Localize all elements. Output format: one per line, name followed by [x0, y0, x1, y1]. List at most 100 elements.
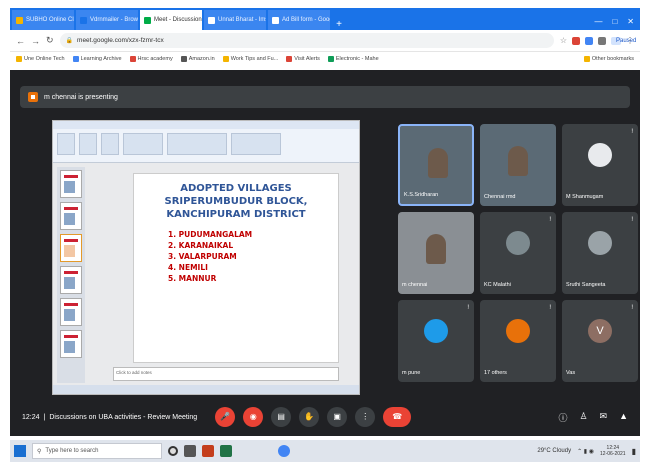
meeting-control-bar: 12:24 | Discussions on UBA activities - …: [10, 400, 640, 434]
participant-tile[interactable]: K.S.Sridharan: [398, 124, 474, 206]
meeting-time: 12:24: [22, 413, 40, 421]
end-call-button[interactable]: ☎: [383, 407, 412, 427]
clock[interactable]: 12:24 12-06-2021: [600, 445, 626, 457]
browser-tab[interactable]: Meet - Discussion×: [140, 10, 202, 30]
menu-icon[interactable]: ⋮: [626, 36, 634, 45]
slide-title: ADOPTED VILLAGES SRIPERUMBUDUR BLOCK, KA…: [134, 174, 338, 221]
cortana-icon[interactable]: [168, 446, 178, 456]
browser-tab[interactable]: Unnat Bharat - Imsai×: [204, 10, 266, 30]
meeting-title: Discussions on UBA activities - Review M…: [49, 413, 198, 421]
ppt-ribbon: [53, 129, 359, 163]
star-icon[interactable]: ☆: [560, 36, 567, 45]
participant-name: Chennai rmd: [484, 194, 516, 200]
bookmark-item[interactable]: Une Online Tech: [16, 56, 65, 62]
ribbon-button: [79, 133, 97, 155]
browser-tab[interactable]: Ad Bill form - Google×: [268, 10, 330, 30]
extension-icon-red[interactable]: [572, 36, 580, 45]
bookmark-item[interactable]: Learning Archive: [72, 56, 122, 62]
bookmark-item[interactable]: Work Tips and Fu...: [222, 56, 278, 62]
participant-tile[interactable]: ! KC Malathi: [480, 212, 556, 294]
participant-avatar: V: [588, 319, 612, 344]
lock-icon: 🔒: [65, 38, 74, 44]
url-text: meet.google.com/xzx-fzmr-tcx: [77, 37, 164, 44]
participant-avatar: [588, 231, 612, 256]
close-icon[interactable]: ✕: [627, 17, 634, 26]
windows-start-icon[interactable]: [14, 445, 26, 457]
captions-button[interactable]: ▤: [271, 407, 292, 427]
browser-tab[interactable]: SUBHO Online Classes×: [12, 10, 74, 30]
ribbon-button: [123, 133, 163, 155]
muted-mic-icon: !: [630, 217, 633, 223]
tab-favicon-icon: [208, 16, 215, 24]
people-icon[interactable]: ♙: [579, 411, 587, 424]
bookmark-icon: [180, 56, 187, 62]
extension-icon-gray[interactable]: [598, 36, 606, 45]
ppt-statusbar: [53, 385, 359, 394]
slide-thumbnail: [60, 234, 82, 262]
bookmark-item[interactable]: Visit Alerts: [286, 56, 320, 62]
present-button[interactable]: ▣: [327, 407, 348, 427]
bookmark-item[interactable]: Electronic - Mahe: [327, 56, 379, 62]
chat-icon[interactable]: ✉: [600, 411, 608, 424]
slide-thumbnail: [60, 298, 82, 326]
bookmark-item[interactable]: Hrsc academy: [129, 56, 173, 62]
back-icon[interactable]: ←: [16, 36, 25, 46]
raise-hand-button[interactable]: ✋: [299, 407, 320, 427]
participant-tile[interactable]: ! 17 others: [480, 300, 556, 382]
tray-icons[interactable]: ⌃ ▮ ◉: [577, 448, 594, 455]
address-bar: ← → ↻ 🔒 meet.google.com/xzx-fzmr-tcx ☆ P…: [10, 30, 640, 52]
shared-screen: ADOPTED VILLAGES SRIPERUMBUDUR BLOCK, KA…: [52, 120, 360, 395]
activities-icon[interactable]: ▲: [619, 411, 628, 424]
minimize-icon[interactable]: —: [594, 17, 602, 26]
call-controls: 🎤 ◉ ▤ ✋ ▣ ⋮ ☎: [215, 407, 412, 427]
extensions-area: ☆ Paused ⋮: [560, 36, 637, 45]
camera-off-button[interactable]: ◉: [243, 407, 264, 427]
tab-label: Vdrnmailer - Browser: [90, 17, 138, 23]
presenter-text: m chennai is presenting: [44, 93, 118, 101]
ribbon-button: [57, 133, 75, 155]
slide-thumbnail: [60, 330, 82, 358]
participant-tile[interactable]: ! M Shanmugam: [562, 124, 638, 206]
presenter-banner: m chennai is presenting: [20, 86, 630, 108]
weather-text[interactable]: 29°C Cloudy: [537, 448, 571, 454]
mic-off-button[interactable]: 🎤: [215, 407, 236, 427]
extension-icon-blue[interactable]: [585, 36, 593, 45]
browser-tab[interactable]: Vdrnmailer - Browser×: [76, 10, 138, 30]
chrome-icon[interactable]: [278, 445, 290, 457]
participant-tile[interactable]: ! m pune: [398, 300, 474, 382]
bookmark-item[interactable]: Other bookmarks: [583, 56, 634, 62]
info-icon[interactable]: ⓘ: [558, 411, 567, 424]
tab-favicon-icon: [272, 16, 279, 24]
maximize-icon[interactable]: □: [612, 17, 617, 26]
reload-icon[interactable]: ↻: [46, 35, 54, 46]
system-tray: 29°C Cloudy ⌃ ▮ ◉ 12:24 12-06-2021 ▮: [537, 445, 636, 457]
bookmark-item[interactable]: Amazon.in: [180, 56, 215, 62]
more-options-button[interactable]: ⋮: [355, 407, 376, 427]
participant-tile[interactable]: Chennai rmd: [480, 124, 556, 206]
powerpoint-icon[interactable]: [202, 445, 214, 457]
slide-title-line: KANCHIPURAM DISTRICT: [166, 209, 306, 220]
participant-avatar: [506, 231, 530, 256]
windows-taskbar: ⚲ Type here to search 29°C Cloudy ⌃ ▮ ◉ …: [10, 440, 640, 462]
participant-tile[interactable]: m chennai: [398, 212, 474, 294]
forward-icon[interactable]: →: [31, 36, 40, 46]
slide-title-line: ADOPTED VILLAGES: [180, 183, 292, 194]
url-field[interactable]: 🔒 meet.google.com/xzx-fzmr-tcx: [59, 33, 554, 48]
muted-mic-icon: !: [466, 305, 469, 311]
list-item: 5. MANNUR: [168, 274, 217, 283]
participant-tile[interactable]: ! Sruthi Sangeeta: [562, 212, 638, 294]
tab-favicon-icon: [80, 16, 87, 24]
notification-icon[interactable]: ▮: [632, 447, 636, 456]
profile-button[interactable]: Paused: [611, 36, 636, 45]
bookmark-label: Electronic - Mahe: [335, 56, 379, 62]
participant-tile[interactable]: V ! Vas: [562, 300, 638, 382]
bookmark-icon: [286, 56, 293, 62]
bookmark-icon: [222, 56, 229, 62]
task-view-icon[interactable]: [184, 445, 196, 457]
excel-icon[interactable]: [220, 445, 232, 457]
tab-label: SUBHO Online Classes: [26, 17, 74, 23]
participant-name: M Shanmugam: [566, 194, 604, 200]
new-tab-button[interactable]: +: [332, 19, 346, 30]
taskbar-search[interactable]: ⚲ Type here to search: [32, 443, 162, 459]
participant-name: 17 others: [484, 370, 507, 376]
